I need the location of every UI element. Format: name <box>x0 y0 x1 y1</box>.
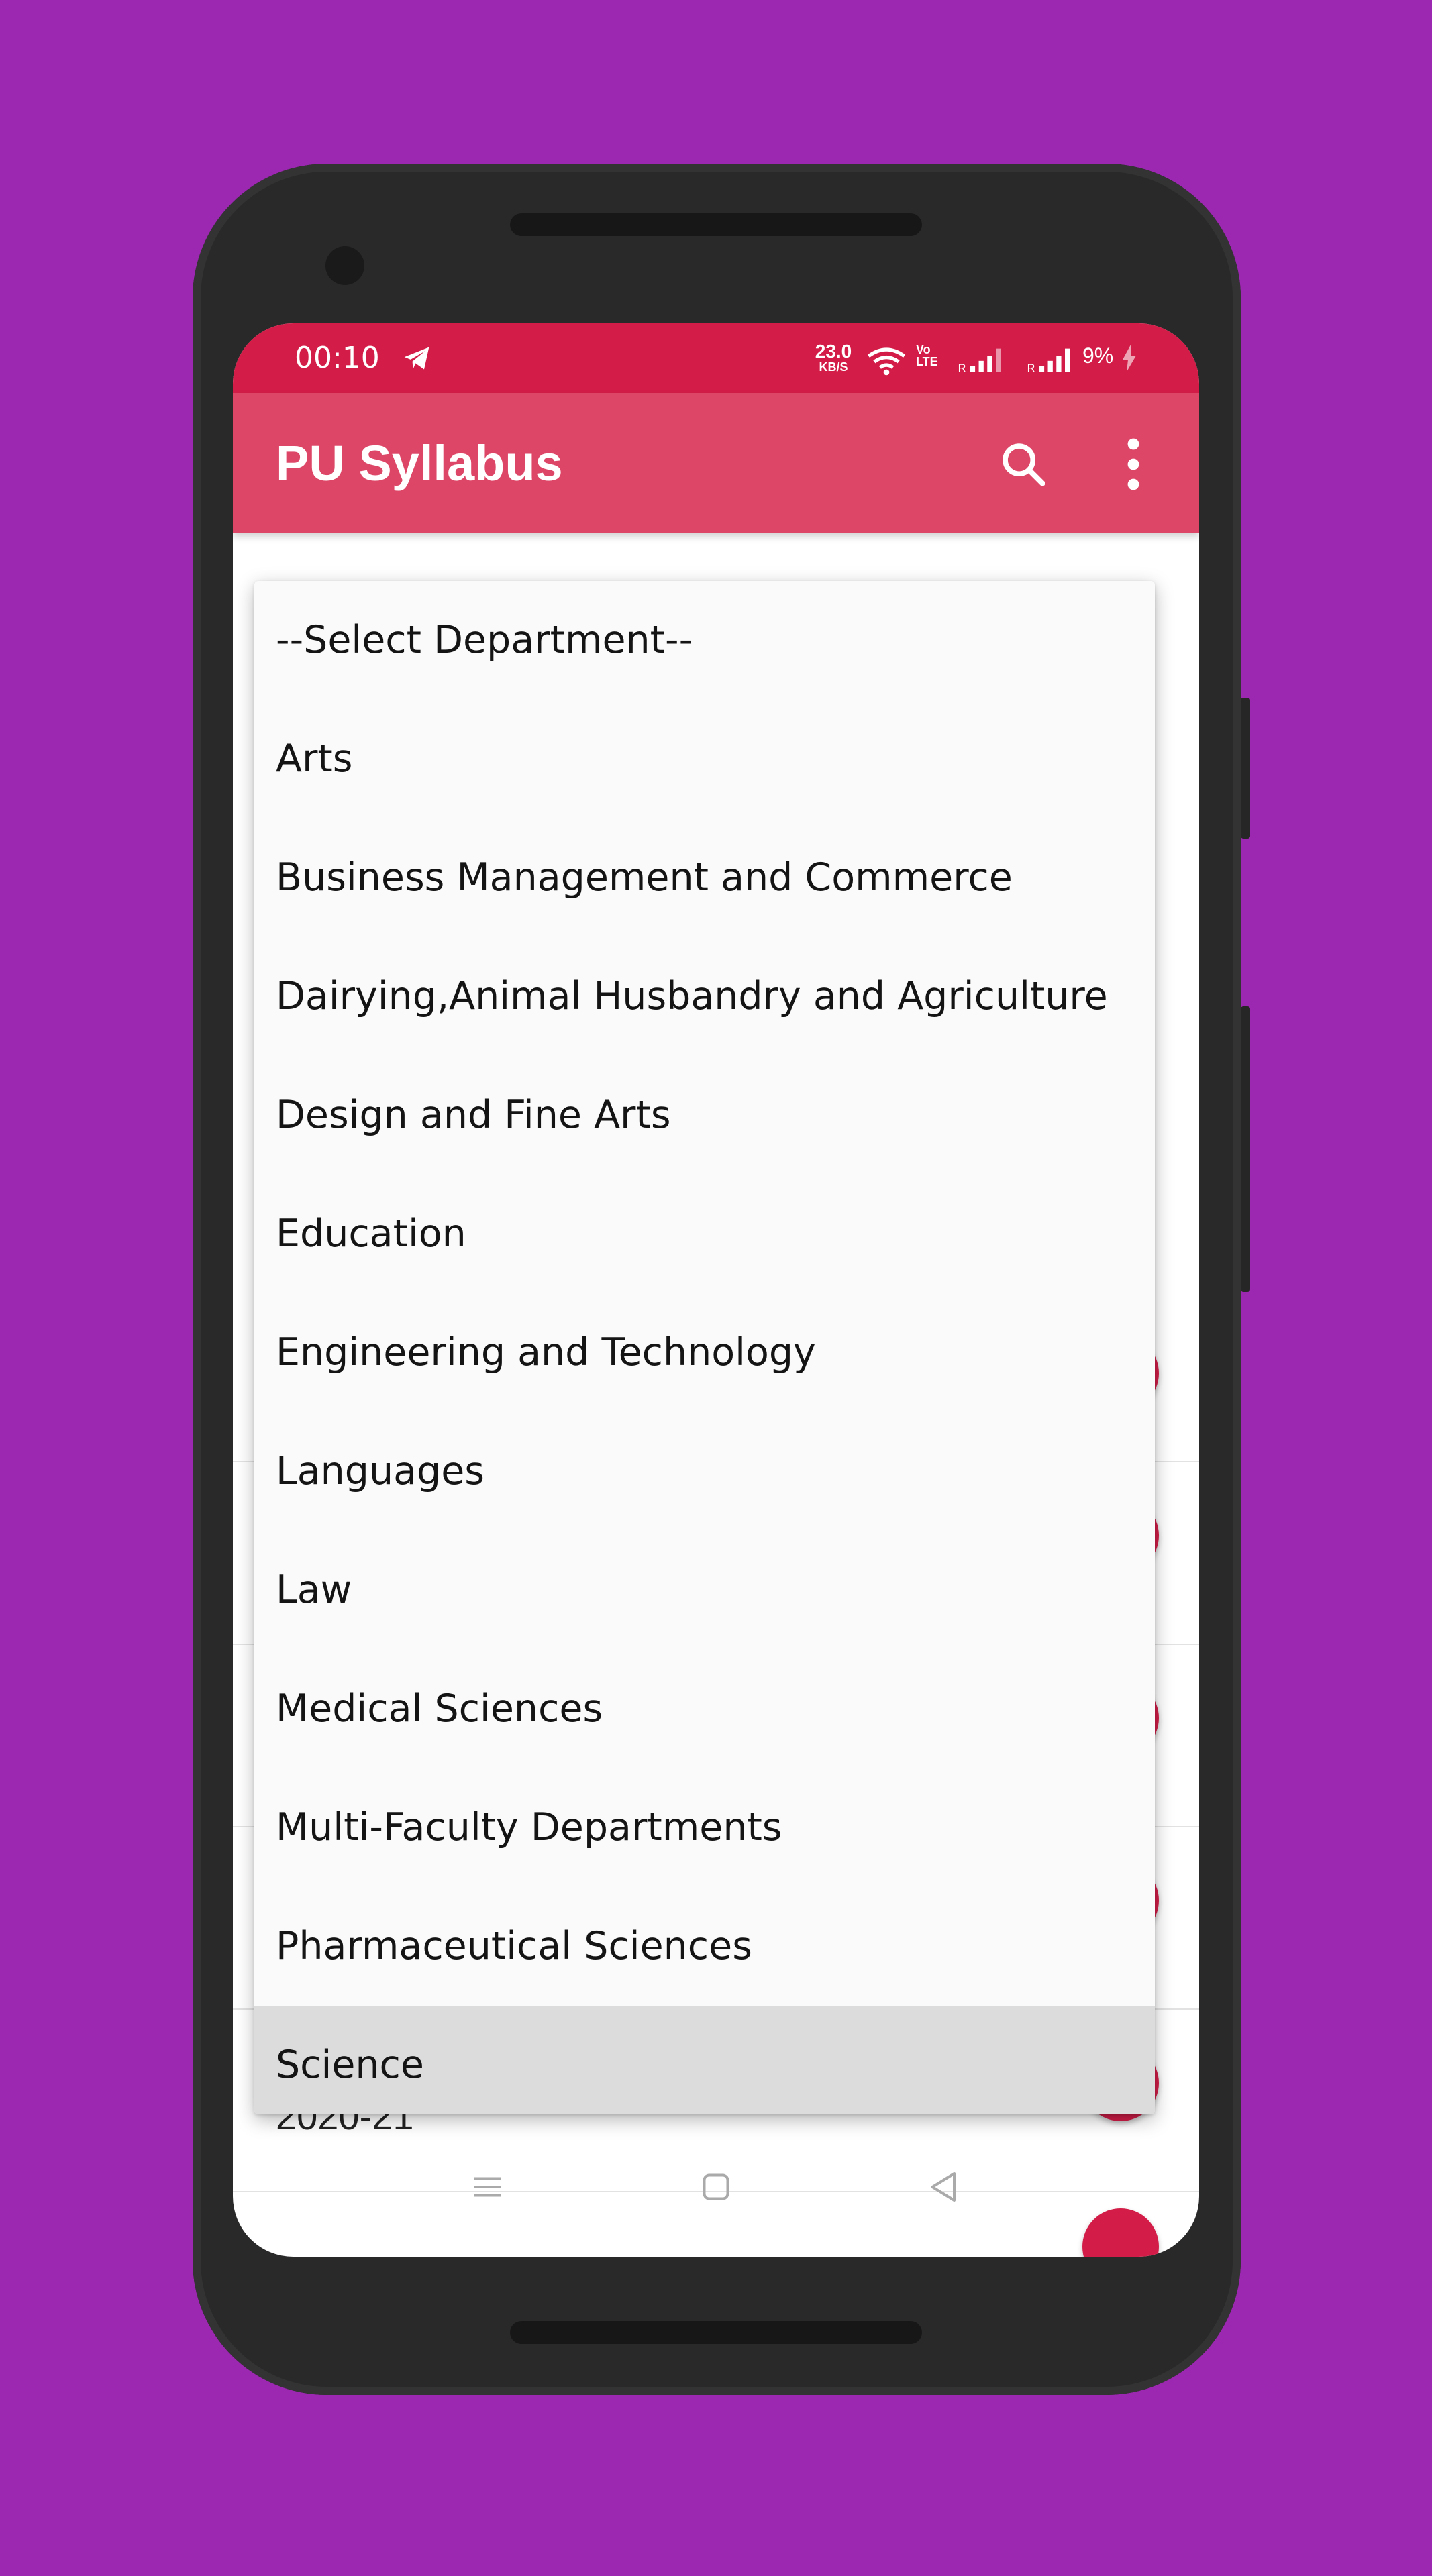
front-camera <box>325 246 364 285</box>
bottom-speaker <box>510 2321 922 2344</box>
power-button <box>1241 698 1250 839</box>
recent-apps-icon[interactable] <box>468 2167 508 2207</box>
dropdown-item[interactable]: Languages <box>254 1412 1155 1531</box>
home-icon[interactable] <box>696 2167 736 2207</box>
dropdown-item[interactable]: Design and Fine Arts <box>254 1056 1155 1175</box>
charging-icon <box>1123 345 1136 372</box>
status-bar: 00:10 23.0 KB/S Vo LTE R R 9% <box>233 323 1199 393</box>
wifi-icon <box>867 347 906 376</box>
dropdown-item[interactable]: Education <box>254 1175 1155 1293</box>
app-title: PU Syllabus <box>276 435 563 491</box>
dropdown-item[interactable]: Dairying,Animal Husbandry and Agricultur… <box>254 937 1155 1056</box>
volte-indicator: Vo LTE <box>916 343 938 368</box>
telegram-icon <box>404 347 429 370</box>
dropdown-item[interactable]: Law <box>254 1531 1155 1650</box>
phone-screen: 00:10 23.0 KB/S Vo LTE R R 9% PU Syllabu… <box>233 323 1199 2257</box>
svg-text:R: R <box>1027 362 1035 373</box>
top-speaker <box>510 213 922 236</box>
dropdown-item[interactable]: Business Management and Commerce <box>254 818 1155 937</box>
app-bar: PU Syllabus <box>233 393 1199 533</box>
dropdown-item[interactable]: Arts <box>254 700 1155 818</box>
svg-text:R: R <box>958 362 966 373</box>
signal-icon-sim2: R <box>1027 348 1070 373</box>
department-dropdown-menu[interactable]: --Select Department-- Arts Business Mana… <box>254 581 1155 2114</box>
navigation-bar <box>233 2155 1199 2222</box>
signal-icon-sim1: R <box>958 348 1001 373</box>
dropdown-item[interactable]: Engineering and Technology <box>254 1293 1155 1412</box>
search-icon[interactable] <box>998 439 1049 490</box>
volume-button <box>1241 1006 1250 1292</box>
dropdown-item[interactable]: Medical Sciences <box>254 1650 1155 1768</box>
dropdown-item[interactable]: --Select Department-- <box>254 581 1155 700</box>
status-time: 00:10 <box>295 341 380 375</box>
battery-percentage: 9% <box>1082 343 1114 368</box>
dropdown-item-selected[interactable]: Science <box>254 2006 1155 2114</box>
network-speed: 23.0 KB/S <box>815 341 852 374</box>
dropdown-item[interactable]: Pharmaceutical Sciences <box>254 1887 1155 2006</box>
back-icon[interactable] <box>924 2167 964 2207</box>
dropdown-item[interactable]: Multi-Faculty Departments <box>254 1768 1155 1887</box>
more-options-icon[interactable] <box>1117 436 1149 492</box>
